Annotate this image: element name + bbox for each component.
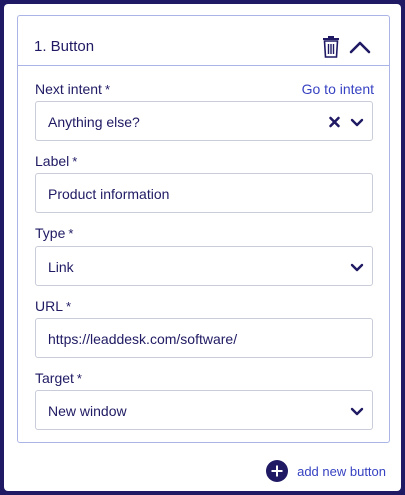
- required-mark: *: [104, 82, 110, 97]
- next-intent-value: Anything else?: [48, 114, 140, 130]
- chevron-down-icon[interactable]: [349, 259, 365, 275]
- button-card-header: 1. Button: [18, 16, 389, 66]
- clear-icon[interactable]: [327, 114, 343, 130]
- target-field-label: Target *: [35, 370, 82, 386]
- trash-icon[interactable]: [321, 36, 341, 58]
- required-mark: *: [76, 371, 82, 386]
- target-value: New window: [48, 403, 127, 419]
- url-input-value: https://leaddesk.com/software/: [48, 331, 238, 347]
- label-input[interactable]: Product information: [35, 173, 373, 213]
- button-card: 1. Button Next intent * Go to intent Anyt…: [17, 15, 390, 443]
- button-card-title: 1. Button: [34, 38, 95, 55]
- required-mark: *: [66, 299, 72, 314]
- chevron-up-icon[interactable]: [348, 37, 372, 57]
- add-new-button-label: add new button: [297, 463, 386, 479]
- required-mark: *: [68, 226, 74, 241]
- editor-panel: 1. Button Next intent * Go to intent Anyt…: [4, 4, 401, 491]
- chevron-down-icon[interactable]: [349, 403, 365, 419]
- plus-circle-icon: [266, 460, 289, 482]
- type-field-label: Type *: [35, 225, 74, 241]
- next-intent-select[interactable]: Anything else?: [35, 101, 373, 141]
- chevron-down-icon[interactable]: [349, 114, 365, 130]
- type-select[interactable]: Link: [35, 246, 373, 286]
- add-new-button[interactable]: add new button: [266, 460, 386, 482]
- go-to-intent-link[interactable]: Go to intent: [302, 81, 374, 97]
- url-field-label: URL *: [35, 298, 72, 314]
- label-input-value: Product information: [48, 186, 170, 202]
- url-input[interactable]: https://leaddesk.com/software/: [35, 318, 373, 358]
- target-select[interactable]: New window: [35, 390, 373, 430]
- required-mark: *: [72, 154, 78, 169]
- next-intent-label: Next intent *: [35, 81, 110, 97]
- type-value: Link: [48, 259, 74, 275]
- label-field-label: Label *: [35, 153, 78, 169]
